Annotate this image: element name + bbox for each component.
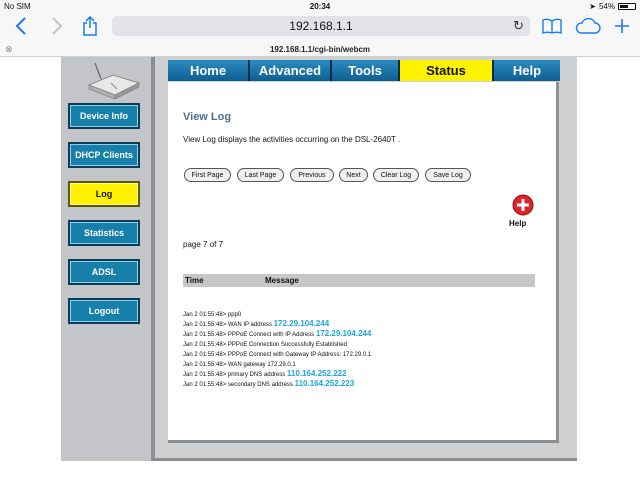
log-time: Jan 2 01:55:48> [183,352,227,358]
button-label: Previous [298,171,326,179]
page-description: View Log displays the activities occurri… [183,135,401,144]
log-entries: Jan 2 01:55:48> ppp0 Jan 2 01:55:48> WAN… [183,309,543,389]
log-time: Jan 2 01:55:48> [183,342,227,348]
book-icon[interactable] [541,15,563,37]
save-log-button[interactable]: Save Log [425,168,471,182]
log-message: PPPoE Connection Successfully Establishe… [227,342,347,348]
log-entry: Jan 2 01:55:48> PPPoE Connect with IP Ad… [183,329,543,339]
clock: 20:34 [309,2,331,11]
sidebar-item-adsl[interactable]: ADSL [68,259,140,285]
log-entry: Jan 2 01:55:48> PPPoE Connection Success… [183,339,543,349]
browser-toolbar: 192.168.1.1 ↻ [0,13,640,43]
top-tabs: Home Advanced Tools Status Help [168,60,560,81]
log-time: Jan 2 01:55:48> [183,332,227,338]
log-entry: Jan 2 01:55:48> primary DNS address 110.… [183,369,543,379]
column-header-time: Time [185,276,204,285]
sidebar-item-device-info[interactable]: Device Info [68,103,140,129]
tab-status[interactable]: Status [400,60,494,81]
last-page-button[interactable]: Last Page [237,168,284,182]
sidebar-item-label: Device Info [79,111,128,121]
sidebar-item-label: DHCP Clients [75,150,133,160]
battery-icon [618,3,636,10]
tab-home[interactable]: Home [168,60,250,81]
router-frame: Device Info DHCP Clients Log Statistics … [61,57,577,461]
tab-bar: ⊗ 192.168.1.1/cgi-bin/webcm [0,43,640,57]
battery-percent: 54% [598,2,615,11]
ios-status-bar: No SIM 20:34 ➤ 54% [0,0,640,13]
previous-button[interactable]: Previous [290,168,334,182]
cloud-icon[interactable] [574,15,602,37]
battery-fill [620,5,628,8]
log-message: primary DNS address [227,372,286,378]
share-icon[interactable] [79,15,101,37]
log-entry: Jan 2 01:55:48> secondary DNS address 11… [183,379,543,389]
clear-log-button[interactable]: Clear Log [373,168,419,182]
log-message: PPPoE Connect with IP Address [227,332,315,338]
button-label: Last Page [244,171,277,179]
first-page-button[interactable]: First Page [184,168,231,182]
log-table-header: Time Message [183,274,535,287]
sidebar-item-statistics[interactable]: Statistics [68,220,140,246]
log-time: Jan 2 01:55:48> [183,382,227,388]
log-message: WAN IP address [227,322,272,328]
tab-label: Home [189,63,227,78]
screen: No SIM 20:34 ➤ 54% 192.168.1.1 ↻ ⊗ 192.1… [0,0,640,478]
location-icon: ➤ [589,2,596,11]
chevron-left-icon[interactable] [10,15,32,37]
log-entry: Jan 2 01:55:48> PPPoE Connect with Gatew… [183,349,543,359]
tab-label: Advanced [258,63,322,78]
log-entry: Jan 2 01:55:48> WAN IP address 172.29.10… [183,319,543,329]
log-ip: 110.164.252.223 [294,379,355,388]
page-indicator: page 7 of 7 [183,240,224,249]
status-right: ➤ 54% [589,2,636,11]
log-time: Jan 2 01:55:48> [183,362,227,368]
button-label: First Page [191,171,224,179]
help-label[interactable]: Help [509,219,526,228]
tab-advanced[interactable]: Advanced [250,60,332,81]
log-ip: 172.29.104.244 [315,329,372,338]
next-button[interactable]: Next [339,168,368,182]
url-text: 192.168.1.1 [289,19,353,33]
sidebar-item-log[interactable]: Log [68,181,140,207]
log-message: WAN gateway 172.29.0.1 [227,362,296,368]
content-panel: View Log View Log displays the activitie… [168,82,559,443]
log-entry: Jan 2 01:55:48> ppp0 [183,309,543,319]
button-label: Save Log [433,171,463,179]
help-plus-icon[interactable] [512,194,534,216]
log-message: ppp0 [227,312,242,318]
tab-label: Tools [348,63,382,78]
sidebar-item-label: Logout [88,306,120,316]
sidebar-item-label: Statistics [83,228,125,238]
chevron-right-icon[interactable] [46,15,68,37]
plus-icon[interactable] [611,15,633,37]
tab-title[interactable]: 192.168.1.1/cgi-bin/webcm [0,45,640,54]
tab-label: Help [512,63,542,78]
log-entry: Jan 2 01:55:48> WAN gateway 172.29.0.1 [183,359,543,369]
sidebar-item-logout[interactable]: Logout [68,298,140,324]
log-message: PPPoE Connect with Gateway IP Address: 1… [227,352,372,358]
address-bar[interactable]: 192.168.1.1 ↻ [112,16,530,36]
sidebar-item-dhcp-clients[interactable]: DHCP Clients [68,142,140,168]
log-time: Jan 2 01:55:48> [183,322,227,328]
column-header-message: Message [265,276,299,285]
log-message: secondary DNS address [227,382,293,388]
button-label: Next [346,171,361,179]
tab-label: Status [426,63,466,78]
sidebar-item-label: Log [95,189,113,199]
log-time: Jan 2 01:55:48> [183,372,227,378]
left-nav: Device Info DHCP Clients Log Statistics … [61,57,155,461]
sidebar-item-label: ADSL [91,267,117,277]
log-ip: 172.29.104.244 [273,319,330,328]
tab-help[interactable]: Help [494,60,560,81]
tab-tools[interactable]: Tools [332,60,400,81]
button-label: Clear Log [380,171,412,179]
router-image [87,62,141,99]
page-title: View Log [183,111,232,123]
web-page: Device Info DHCP Clients Log Statistics … [0,57,640,478]
reload-icon[interactable]: ↻ [513,18,524,34]
log-ip: 110.164.252.222 [286,369,347,378]
log-time: Jan 2 01:55:48> [183,312,227,318]
